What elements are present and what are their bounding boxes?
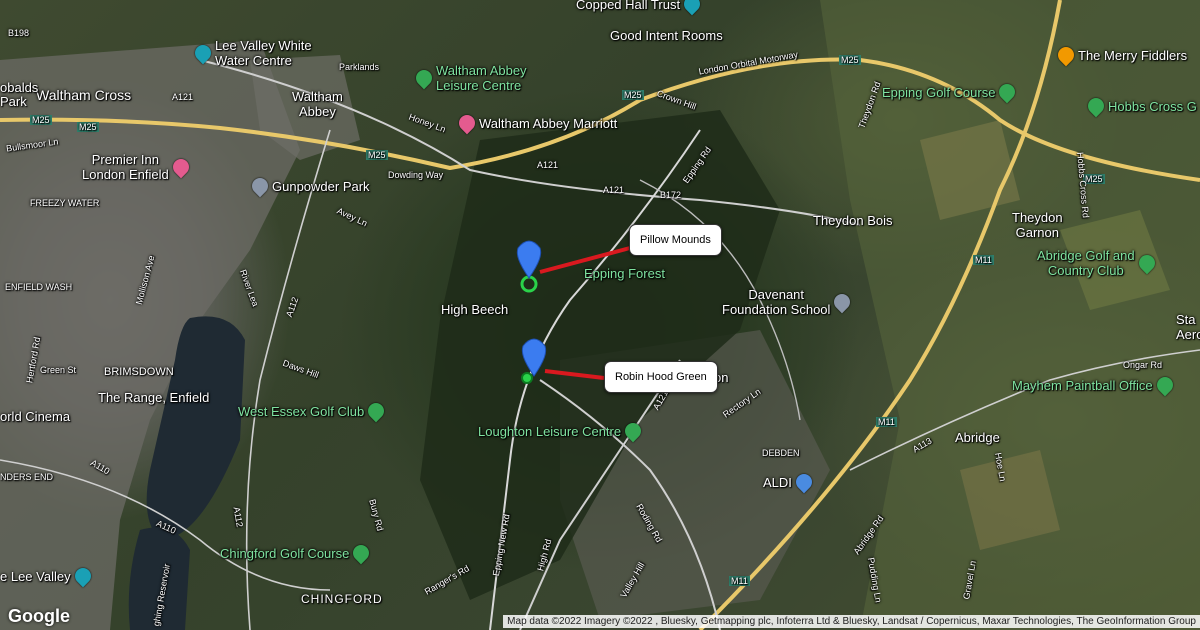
copped-hall-trust-label: Copped Hall Trust — [576, 0, 681, 12]
school-icon — [831, 290, 854, 314]
abridge-golf-label: Abridge Golf and Country Club — [1037, 248, 1135, 278]
hobbs-cross-label: Hobbs Cross G — [1108, 98, 1197, 114]
poi-the-range[interactable]: The Range, Enfield — [98, 390, 209, 405]
poi-lee-valley-white-water[interactable]: Lee Valley White Water Centre — [191, 38, 312, 68]
theydon-garnon-label: Theydon Garnon — [1012, 210, 1063, 240]
m25-label-e: M25 — [839, 55, 861, 65]
bar-icon — [1054, 43, 1078, 67]
golf-icon — [996, 80, 1019, 104]
m25-label-b: M25 — [77, 122, 99, 132]
a121-label-b: A121 — [537, 160, 559, 170]
debden-label: DEBDEN — [762, 448, 800, 458]
poi-davenant[interactable]: Davenant Foundation School — [722, 287, 854, 317]
west-essex-golf-label: West Essex Golf Club — [238, 403, 365, 419]
poi-waltham-abbey-marriott[interactable]: Waltham Abbey Marriott — [455, 111, 618, 135]
waltham-abbey-leisure-label: Waltham Abbey Leisure Centre — [436, 63, 527, 93]
poi-good-intent-rooms[interactable]: Good Intent Rooms — [610, 28, 723, 43]
landmark-icon — [71, 564, 94, 588]
map-attribution: Map data ©2022 Imagery ©2022 , Bluesky, … — [503, 615, 1200, 628]
poi-lee-valley[interactable]: e Lee Valley — [0, 564, 94, 588]
lee-valley-white-water-label: Lee Valley White Water Centre — [215, 38, 312, 68]
poi-abridge-golf[interactable]: Abridge Golf and Country Club — [1037, 248, 1158, 278]
m25-label-c: M25 — [366, 150, 388, 160]
davenant-label: Davenant Foundation School — [722, 287, 831, 317]
robin-hood-green-callout[interactable]: Robin Hood Green — [604, 361, 718, 393]
nders-end-label: NDERS END — [0, 472, 54, 482]
mayhem-label: Mayhem Paintball Office — [1012, 377, 1153, 393]
aldi-label: ALDI — [763, 474, 792, 490]
parklands-label: Parklands — [339, 62, 380, 72]
ongar-rd-label: Ongar Rd — [1123, 360, 1163, 370]
park-icon — [412, 66, 436, 90]
poi-chingford-golf[interactable]: Chingford Golf Course — [220, 541, 373, 565]
m11-label-a: M11 — [973, 255, 994, 265]
a121-label-c: A121 — [603, 185, 625, 195]
waltham-abbey-marriott-label: Waltham Abbey Marriott — [479, 115, 618, 131]
poi-premier-inn[interactable]: Premier Inn London Enfield — [82, 152, 193, 182]
poi-west-essex-golf[interactable]: West Essex Golf Club — [238, 399, 388, 423]
google-logo: Google — [8, 606, 70, 626]
poi-aldi[interactable]: ALDI — [763, 470, 816, 494]
landmark-icon — [191, 41, 215, 65]
merry-fiddlers-label: The Merry Fiddlers — [1078, 47, 1188, 63]
hotel-icon — [169, 155, 193, 179]
chingford-label: CHINGFORD — [301, 592, 383, 606]
hotel-icon — [455, 111, 479, 135]
gunpowder-park-label: Gunpowder Park — [272, 178, 370, 194]
waltham-cross-label: Waltham Cross — [36, 87, 132, 103]
poi-copped-hall-trust[interactable]: Copped Hall Trust — [576, 0, 704, 16]
green-st-label: Green St — [40, 365, 77, 375]
chingford-golf-label: Chingford Golf Course — [220, 545, 350, 561]
abridge-label: Abridge — [955, 430, 1000, 445]
satellite-map[interactable]: Copped Hall Trust Good Intent Rooms Lee … — [0, 0, 1200, 630]
m25-label-d: M25 — [622, 90, 644, 100]
golf-icon — [364, 399, 388, 423]
epping-golf-label: Epping Golf Course — [882, 84, 996, 100]
park-icon — [248, 174, 272, 198]
b198-label: B198 — [8, 28, 30, 38]
golf-icon — [1084, 94, 1108, 118]
poi-waltham-abbey-leisure[interactable]: Waltham Abbey Leisure Centre — [412, 63, 527, 93]
world-cinema-label: orld Cinema — [0, 409, 71, 424]
pillow-mounds-callout-label: Pillow Mounds — [640, 234, 711, 246]
brimsdown-label: BRIMSDOWN — [104, 366, 174, 378]
sta-aero-label: Sta Aero — [1176, 312, 1200, 342]
good-intent-rooms-label: Good Intent Rooms — [610, 28, 723, 43]
poi-merry-fiddlers[interactable]: The Merry Fiddlers — [1054, 43, 1188, 67]
shopping-icon — [792, 470, 816, 494]
enfield-wash-label: ENFIELD WASH — [5, 282, 73, 292]
poi-mayhem[interactable]: Mayhem Paintball Office — [1012, 373, 1176, 397]
premier-inn-label: Premier Inn London Enfield — [82, 152, 169, 182]
dowding-way-label: Dowding Way — [388, 170, 444, 180]
waltham-abbey-label: Waltham Abbey — [292, 89, 343, 119]
epping-forest-label: Epping Forest — [584, 266, 665, 281]
robin-hood-green-callout-label: Robin Hood Green — [615, 371, 707, 383]
loughton-leisure-label: Loughton Leisure Centre — [478, 423, 622, 439]
poi-gunpowder-park[interactable]: Gunpowder Park — [248, 174, 370, 198]
a121-label-a: A121 — [172, 92, 194, 102]
freezy-water-label: FREEZY WATER — [30, 198, 100, 208]
b172-label: B172 — [660, 190, 682, 200]
lee-valley-label: e Lee Valley — [0, 568, 71, 584]
m11-label-b: M11 — [876, 417, 897, 427]
place-icon — [1153, 373, 1176, 397]
poi-hobbs-cross[interactable]: Hobbs Cross G — [1084, 94, 1197, 118]
m25-label-a: M25 — [30, 115, 52, 125]
theobalds-park-label: obalds Park — [0, 80, 39, 109]
pillow-mounds-callout[interactable]: Pillow Mounds — [629, 224, 722, 256]
high-beech-label: High Beech — [441, 302, 509, 317]
theydon-bois-label: Theydon Bois — [813, 213, 893, 228]
poi-epping-golf[interactable]: Epping Golf Course — [882, 80, 1019, 104]
m11-label-c: M11 — [729, 576, 750, 586]
the-range-label: The Range, Enfield — [98, 390, 210, 405]
poi-loughton-leisure[interactable]: Loughton Leisure Centre — [478, 419, 645, 443]
golf-icon — [350, 541, 373, 565]
place-icon — [621, 419, 645, 443]
golf-icon — [1135, 251, 1158, 275]
